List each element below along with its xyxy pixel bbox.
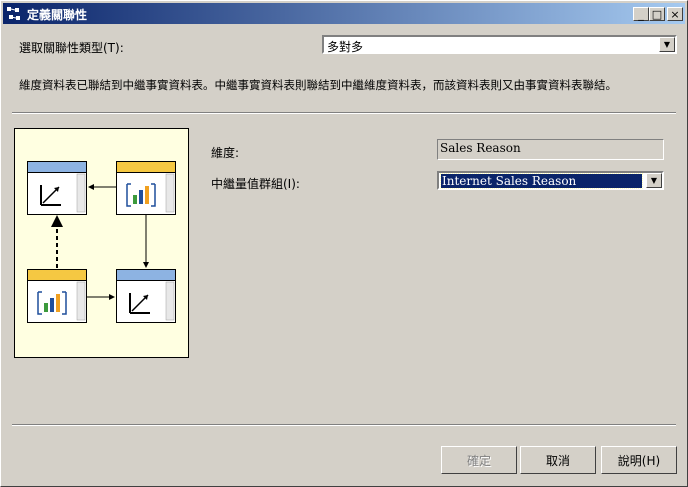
cancel-button-label: 取消	[545, 453, 570, 468]
dimension-table-icon	[27, 161, 87, 215]
chevron-down-icon: ▼	[650, 176, 658, 185]
help-button-label: 說明(H)	[617, 453, 661, 468]
relation-type-dropdown-button[interactable]: ▼	[659, 37, 675, 52]
title-bar: 定義關聯性 _ □ ×	[3, 3, 685, 24]
intermediate-fact-table-icon	[27, 269, 87, 323]
intermediate-measure-group-label: 中繼量值群組(I):	[211, 177, 300, 191]
intermediate-dimension-table-icon	[116, 269, 176, 323]
top-separator	[12, 112, 676, 114]
window-title: 定義關聯性	[27, 8, 88, 22]
minimize-icon: _	[638, 7, 644, 21]
cancel-button[interactable]: 取消	[520, 446, 596, 474]
bottom-separator	[12, 424, 676, 426]
fact-table-icon	[116, 161, 176, 215]
relationship-description: 維度資料表已聯結到中繼事實資料表。中繼事實資料表則聯結到中繼維度資料表，而該資料…	[19, 78, 617, 92]
chevron-down-icon: ▼	[663, 40, 671, 49]
relationship-diagram	[14, 128, 189, 358]
dimension-value: Sales Reason	[440, 141, 521, 155]
relation-type-label: 選取關聯性類型(T):	[19, 41, 124, 55]
maximize-icon: □	[651, 7, 663, 21]
close-button[interactable]: ×	[667, 7, 683, 21]
close-icon: ×	[670, 7, 680, 21]
help-button[interactable]: 說明(H)	[601, 446, 677, 474]
relationship-diagram-illustration	[27, 161, 176, 323]
dialog-app-icon	[7, 7, 20, 20]
ok-button[interactable]: 確定	[441, 446, 517, 474]
maximize-button[interactable]: □	[649, 7, 665, 21]
intermediate-measure-group-dropdown[interactable]: Internet Sales Reason ▼	[437, 171, 664, 190]
intermediate-measure-group-value: Internet Sales Reason	[440, 173, 643, 189]
intermediate-dropdown-button[interactable]: ▼	[646, 173, 662, 188]
dimension-field: Sales Reason	[437, 139, 664, 160]
relation-type-value: 多對多	[327, 40, 364, 54]
define-relationship-dialog: 定義關聯性 _ □ × 選取關聯性類型(T): 多對多 ▼ 維度資料表已聯結到中…	[0, 0, 688, 487]
relation-type-dropdown[interactable]: 多對多 ▼	[322, 35, 677, 54]
minimize-button[interactable]: _	[633, 7, 649, 21]
ok-button-label: 確定	[466, 453, 491, 468]
dimension-label: 維度:	[211, 146, 240, 160]
